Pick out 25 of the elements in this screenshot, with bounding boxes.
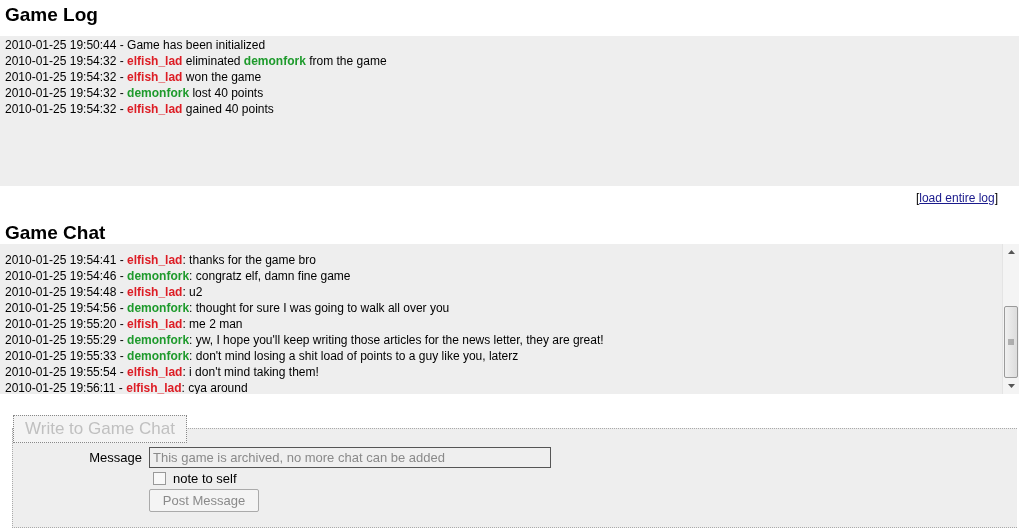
bracket-text: [ bbox=[915, 191, 920, 205]
log-entry: 2010-01-25 19:54:32 - elfish_lad won the game bbox=[5, 69, 263, 85]
field-label: Message bbox=[88, 450, 142, 465]
chat-message: 2010-01-25 19:54:41 - elfish_lad: thanks for the game bro bbox=[5, 252, 317, 268]
scrollbar-thumb[interactable] bbox=[1004, 306, 1018, 378]
chat-message: 2010-01-25 19:54:48 - elfish_lad: u2 bbox=[5, 284, 204, 300]
log-entry: 2010-01-25 19:54:32 - elfish_lad gained 40 points bbox=[5, 101, 275, 117]
chat-message: 2010-01-25 19:55:33 - demonfork: don't mind losing a shit load of points to a guy like you, laterz bbox=[5, 348, 520, 364]
section-heading: Game Log bbox=[4, 3, 99, 27]
section-heading: Game Chat bbox=[4, 222, 107, 244]
scroll-up-icon[interactable] bbox=[1007, 250, 1015, 254]
log-entry: 2010-01-25 19:54:32 - elfish_lad eliminated demonfork from the game bbox=[5, 53, 388, 69]
bracket-text: ] bbox=[994, 191, 998, 205]
chat-message: 2010-01-25 19:54:56 - demonfork: thought for sure I was going to walk all over you bbox=[5, 300, 451, 316]
chat-message: 2010-01-25 19:55:29 - demonfork: yw, I hope you'll keep writing those articles for the news letter, they are great! bbox=[5, 332, 605, 348]
chat-message: 2010-01-25 19:55:20 - elfish_lad: me 2 man bbox=[5, 316, 244, 332]
checkbox[interactable] bbox=[153, 472, 166, 485]
checkbox-label: note to self bbox=[173, 471, 237, 486]
load-log-link[interactable]: load entire log bbox=[919, 191, 995, 205]
chat-message: 2010-01-25 19:54:46 - demonfork: congratz elf, damn fine game bbox=[5, 268, 352, 284]
scroll-down-icon[interactable] bbox=[1007, 384, 1015, 388]
log-entry: 2010-01-25 19:50:44 - Game has been initialized bbox=[5, 37, 267, 53]
chat-message: 2010-01-25 19:55:54 - elfish_lad: i don't mind taking them! bbox=[5, 364, 320, 380]
log-entry: 2010-01-25 19:54:32 - demonfork lost 40 points bbox=[5, 85, 265, 101]
chat-message: 2010-01-25 19:56:11 - elfish_lad: cya around bbox=[5, 380, 249, 394]
